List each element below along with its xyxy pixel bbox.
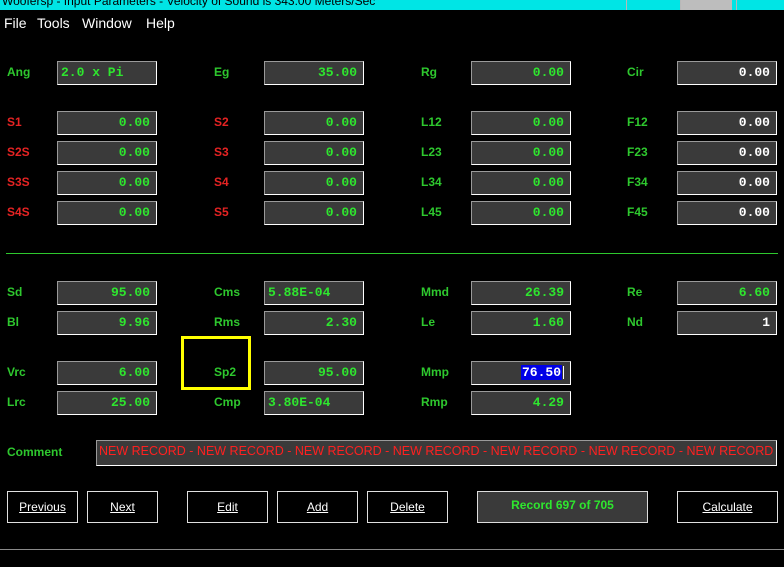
s2-field[interactable]: 0.00 xyxy=(264,111,364,135)
s1-label: S1 xyxy=(7,115,22,129)
sp2-label: Sp2 xyxy=(214,365,237,379)
menu-bar: File Tools Window Help xyxy=(0,10,784,36)
mmp-label: Mmp xyxy=(421,365,449,379)
title-bar: Woofersp - Input Parameters - Velocity o… xyxy=(0,0,784,10)
text-caret xyxy=(563,366,564,380)
l23-label: L23 xyxy=(421,145,442,159)
menu-tools[interactable]: Tools xyxy=(37,15,70,31)
s4s-label: S4S xyxy=(7,205,30,219)
s5-label: S5 xyxy=(214,205,229,219)
comment-field[interactable]: NEW RECORD - NEW RECORD - NEW RECORD - N… xyxy=(96,440,777,466)
cms-field[interactable]: 5.88E-04 xyxy=(264,281,364,305)
le-field[interactable]: 1.60 xyxy=(471,311,571,335)
sd-field[interactable]: 95.00 xyxy=(57,281,157,305)
mmp-selected-value: 76.50 xyxy=(520,365,562,380)
rg-label: Rg xyxy=(421,65,437,79)
l23-field[interactable]: 0.00 xyxy=(471,141,571,165)
cmp-label: Cmp xyxy=(214,395,241,409)
re-label: Re xyxy=(627,285,643,299)
f23-label: F23 xyxy=(627,145,648,159)
s4-label: S4 xyxy=(214,175,229,189)
vrc-field[interactable]: 6.00 xyxy=(57,361,157,385)
l34-label: L34 xyxy=(421,175,442,189)
status-bar xyxy=(0,549,784,567)
section-divider xyxy=(6,253,778,254)
menu-help[interactable]: Help xyxy=(146,15,175,31)
sp2-field[interactable]: 95.00 xyxy=(264,361,364,385)
edit-button[interactable]: Edit xyxy=(187,491,268,523)
f34-label: F34 xyxy=(627,175,648,189)
l45-field[interactable]: 0.00 xyxy=(471,201,571,225)
s3s-label: S3S xyxy=(7,175,30,189)
f34-field[interactable]: 0.00 xyxy=(677,171,777,195)
s3s-field[interactable]: 0.00 xyxy=(57,171,157,195)
maximize-button[interactable] xyxy=(680,0,732,10)
window-title: Woofersp - Input Parameters - Velocity o… xyxy=(2,0,376,8)
f23-field[interactable]: 0.00 xyxy=(677,141,777,165)
cir-label: Cir xyxy=(627,65,644,79)
s3-label: S3 xyxy=(214,145,229,159)
bl-label: Bl xyxy=(7,315,19,329)
s2-label: S2 xyxy=(214,115,229,129)
s5-field[interactable]: 0.00 xyxy=(264,201,364,225)
rms-label: Rms xyxy=(214,315,241,329)
vrc-label: Vrc xyxy=(7,365,26,379)
l45-label: L45 xyxy=(421,205,442,219)
rg-field[interactable]: 0.00 xyxy=(471,61,571,85)
delete-button[interactable]: Delete xyxy=(367,491,448,523)
comment-label: Comment xyxy=(7,445,63,459)
record-counter: Record 697 of 705 xyxy=(477,491,648,523)
eg-field[interactable]: 35.00 xyxy=(264,61,364,85)
menu-file[interactable]: File xyxy=(4,15,27,31)
l34-field[interactable]: 0.00 xyxy=(471,171,571,195)
previous-button[interactable]: Previous xyxy=(7,491,78,523)
f45-field[interactable]: 0.00 xyxy=(677,201,777,225)
nd-label: Nd xyxy=(627,315,643,329)
s3-field[interactable]: 0.00 xyxy=(264,141,364,165)
f45-label: F45 xyxy=(627,205,648,219)
s4-field[interactable]: 0.00 xyxy=(264,171,364,195)
minimize-button[interactable] xyxy=(626,0,678,10)
s2s-label: S2S xyxy=(7,145,30,159)
cir-field[interactable]: 0.00 xyxy=(677,61,777,85)
next-button[interactable]: Next xyxy=(87,491,158,523)
le-label: Le xyxy=(421,315,436,329)
s1-field[interactable]: 0.00 xyxy=(57,111,157,135)
rmp-field[interactable]: 4.29 xyxy=(471,391,571,415)
lrc-field[interactable]: 25.00 xyxy=(57,391,157,415)
cms-label: Cms xyxy=(214,285,241,299)
s4s-field[interactable]: 0.00 xyxy=(57,201,157,225)
rmp-label: Rmp xyxy=(421,395,448,409)
l12-label: L12 xyxy=(421,115,442,129)
nd-field[interactable]: 1 xyxy=(677,311,777,335)
f12-field[interactable]: 0.00 xyxy=(677,111,777,135)
rms-field[interactable]: 2.30 xyxy=(264,311,364,335)
f12-label: F12 xyxy=(627,115,648,129)
sd-label: Sd xyxy=(7,285,23,299)
mmd-field[interactable]: 26.39 xyxy=(471,281,571,305)
mmd-label: Mmd xyxy=(421,285,449,299)
calculate-button[interactable]: Calculate xyxy=(677,491,778,523)
ang-label: Ang xyxy=(7,65,31,79)
add-button[interactable]: Add xyxy=(277,491,358,523)
menu-window[interactable]: Window xyxy=(82,15,132,31)
mmp-field[interactable]: 76.50 xyxy=(471,361,571,385)
lrc-label: Lrc xyxy=(7,395,26,409)
eg-label: Eg xyxy=(214,65,230,79)
bl-field[interactable]: 9.96 xyxy=(57,311,157,335)
sp2-highlight-box xyxy=(181,336,251,390)
close-button[interactable] xyxy=(736,0,784,10)
ang-field[interactable]: 2.0 x Pi xyxy=(57,61,157,85)
s2s-field[interactable]: 0.00 xyxy=(57,141,157,165)
l12-field[interactable]: 0.00 xyxy=(471,111,571,135)
re-field[interactable]: 6.60 xyxy=(677,281,777,305)
cmp-field[interactable]: 3.80E-04 xyxy=(264,391,364,415)
